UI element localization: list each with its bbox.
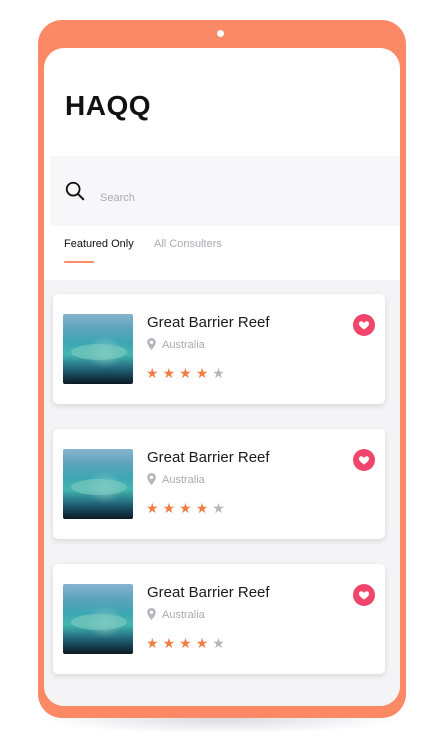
place-name: Great Barrier Reef — [147, 584, 270, 601]
star-filled-icon: ★ — [179, 365, 192, 381]
place-thumbnail — [63, 314, 133, 384]
star-filled-icon: ★ — [195, 635, 209, 651]
place-location: Australia — [147, 473, 205, 486]
star-filled-icon: ★ — [179, 500, 192, 516]
heart-icon — [358, 591, 370, 600]
favorite-heart-button[interactable] — [353, 314, 375, 336]
place-name: Great Barrier Reef — [147, 314, 270, 331]
star-filled-icon: ★ — [195, 365, 209, 381]
star-rating: ★ ★ ★ ★ ★ — [146, 635, 229, 653]
place-location: Australia — [147, 608, 205, 621]
tab-all-consulters[interactable]: All Consulters — [154, 238, 222, 250]
tab-featured-only[interactable]: Featured Only — [64, 238, 134, 250]
star-empty-icon: ★ — [212, 635, 225, 651]
star-empty-icon: ★ — [212, 500, 225, 516]
place-card[interactable]: Great Barrier Reef Australia ★ ★ ★ ★ ★ — [53, 429, 385, 539]
app-screen: HAQQ Search Featured Only All Consulters… — [44, 48, 400, 706]
search-bar[interactable]: Search — [50, 156, 400, 226]
search-icon[interactable] — [64, 180, 86, 202]
star-filled-icon: ★ — [146, 365, 159, 381]
star-filled-icon: ★ — [162, 635, 176, 651]
place-card[interactable]: Great Barrier Reef Australia ★ ★ ★ ★ ★ — [53, 294, 385, 404]
camera-dot — [217, 30, 224, 37]
favorite-heart-button[interactable] — [353, 584, 375, 606]
place-location-text: Australia — [162, 474, 205, 486]
place-location: Australia — [147, 338, 205, 351]
filter-tabs: Featured Only All Consulters — [44, 228, 400, 280]
star-filled-icon: ★ — [146, 500, 159, 516]
star-filled-icon: ★ — [179, 635, 192, 651]
location-pin-icon — [147, 338, 156, 350]
active-tab-indicator — [64, 261, 94, 263]
location-pin-icon — [147, 473, 156, 485]
search-input[interactable]: Search — [100, 192, 135, 204]
location-pin-icon — [147, 608, 156, 620]
place-name: Great Barrier Reef — [147, 449, 270, 466]
places-list: Great Barrier Reef Australia ★ ★ ★ ★ ★ Great… — [44, 280, 400, 706]
place-location-text: Australia — [162, 339, 205, 351]
star-filled-icon: ★ — [162, 365, 176, 381]
star-filled-icon: ★ — [195, 500, 209, 516]
place-thumbnail — [63, 584, 133, 654]
place-thumbnail — [63, 449, 133, 519]
star-empty-icon: ★ — [212, 365, 225, 381]
place-location-text: Australia — [162, 609, 205, 621]
heart-icon — [358, 456, 370, 465]
star-rating: ★ ★ ★ ★ ★ — [146, 500, 229, 518]
app-title: HAQQ — [65, 90, 151, 121]
heart-icon — [358, 321, 370, 330]
star-rating: ★ ★ ★ ★ ★ — [146, 365, 229, 383]
star-filled-icon: ★ — [162, 500, 176, 516]
place-card[interactable]: Great Barrier Reef Australia ★ ★ ★ ★ ★ — [53, 564, 385, 674]
star-filled-icon: ★ — [146, 635, 159, 651]
favorite-heart-button[interactable] — [353, 449, 375, 471]
